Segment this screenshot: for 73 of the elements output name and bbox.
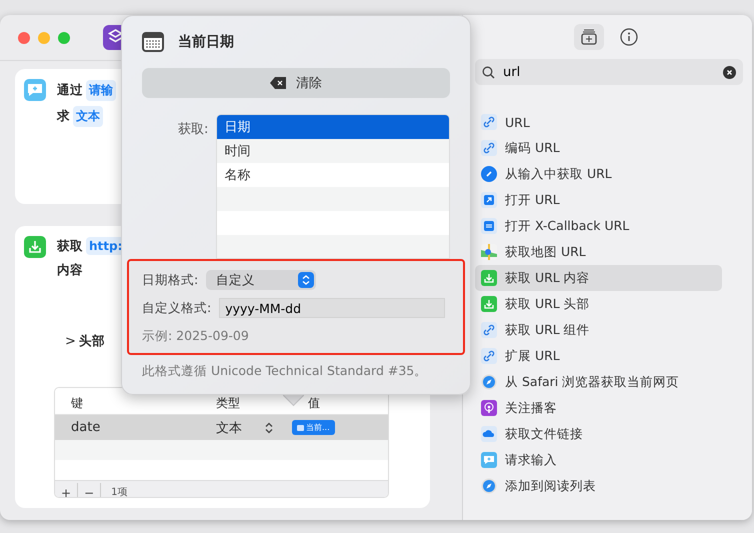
calendar-icon xyxy=(142,32,164,52)
action-text: 通过 xyxy=(57,82,83,98)
variable-token[interactable]: 当前... xyxy=(292,420,335,435)
action-text: 获取 xyxy=(57,238,83,255)
download-icon xyxy=(481,270,497,286)
item-count: 1项 xyxy=(111,486,128,497)
library-button[interactable] xyxy=(574,24,604,50)
search-field[interactable]: url xyxy=(475,59,743,85)
add-button[interactable]: + xyxy=(55,483,78,497)
action-item[interactable]: 从输入中获取 URL xyxy=(475,161,722,187)
custom-format-label: 自定义格式: xyxy=(142,300,212,316)
action-item[interactable]: 获取 URL 组件 xyxy=(475,317,722,343)
download-icon xyxy=(24,236,46,258)
column-header: 类型 xyxy=(215,395,241,412)
action-item[interactable]: 扩展 URL xyxy=(475,343,722,369)
get-label: 获取: xyxy=(176,121,208,139)
variable-token[interactable]: 请输 xyxy=(86,80,116,100)
remove-button[interactable]: − xyxy=(78,483,102,497)
action-item[interactable]: 编码 URL xyxy=(475,135,722,161)
action-item[interactable]: 获取 URL 内容 xyxy=(475,265,722,291)
action-item[interactable]: 获取地图 URL xyxy=(475,239,722,265)
stepper-icon[interactable] xyxy=(265,422,273,434)
key-cell-text: date xyxy=(70,420,102,435)
action-item[interactable]: 获取文件链接 xyxy=(475,421,722,447)
action-item[interactable]: 关注播客 xyxy=(475,395,722,421)
example-text: 示例: 2025-09-09 xyxy=(142,328,249,344)
format-label: 日期格式: xyxy=(142,272,198,288)
clear-icon[interactable] xyxy=(723,66,736,78)
option-item[interactable]: 名称 xyxy=(217,163,449,187)
close-button[interactable] xyxy=(18,32,30,44)
podcast-icon xyxy=(481,400,497,416)
map-icon xyxy=(481,244,497,260)
type-cell-text: 文本 xyxy=(215,420,243,436)
library-icon xyxy=(580,28,598,46)
updown-icon xyxy=(298,272,314,288)
link-icon xyxy=(481,166,497,182)
compass-icon xyxy=(481,478,497,494)
message-icon xyxy=(481,452,497,468)
headers-label: 头部 xyxy=(78,333,105,350)
calendar-icon xyxy=(297,424,304,430)
clear-button[interactable]: 清除 xyxy=(142,68,450,98)
option-item[interactable]: 时间 xyxy=(217,139,449,163)
format-note: 此格式遵循 Unicode Technical Standard #35。 xyxy=(142,363,428,380)
column-header: 键 xyxy=(70,395,84,412)
cloud-icon xyxy=(481,426,497,442)
delete-icon xyxy=(270,77,286,89)
link-icon xyxy=(481,114,497,130)
download-icon xyxy=(481,296,497,312)
compass-icon xyxy=(481,374,497,390)
action-item[interactable]: 获取 URL 头部 xyxy=(475,291,722,317)
table-row[interactable]: date 文本 当前... xyxy=(55,415,388,440)
message-icon xyxy=(24,79,46,101)
arrows-icon xyxy=(481,218,497,234)
column-header: 值 xyxy=(307,395,321,412)
arrow-icon xyxy=(481,192,497,208)
chevron-icon[interactable]: > xyxy=(65,334,76,349)
search-input[interactable]: url xyxy=(501,64,717,80)
option-item[interactable]: 日期 xyxy=(217,115,449,139)
action-item[interactable]: URL xyxy=(475,109,722,135)
link-icon xyxy=(481,322,497,338)
action-text: 内容 xyxy=(57,262,83,280)
popover-title: 当前日期 xyxy=(178,33,234,51)
action-item[interactable]: 打开 X-Callback URL xyxy=(475,213,722,239)
format-select[interactable]: 自定义 xyxy=(206,270,316,290)
link-icon xyxy=(481,348,497,364)
action-item[interactable]: 添加到阅读列表 xyxy=(475,473,722,499)
search-icon xyxy=(482,66,495,78)
action-item[interactable]: 从 Safari 浏览器获取当前网页 xyxy=(475,369,722,395)
action-item[interactable]: 打开 URL xyxy=(475,187,722,213)
action-item[interactable]: 请求输入 xyxy=(475,447,722,473)
action-text: 求 xyxy=(57,108,70,124)
custom-format-field[interactable]: yyyy-MM-dd xyxy=(219,298,446,318)
link-icon xyxy=(481,140,497,156)
